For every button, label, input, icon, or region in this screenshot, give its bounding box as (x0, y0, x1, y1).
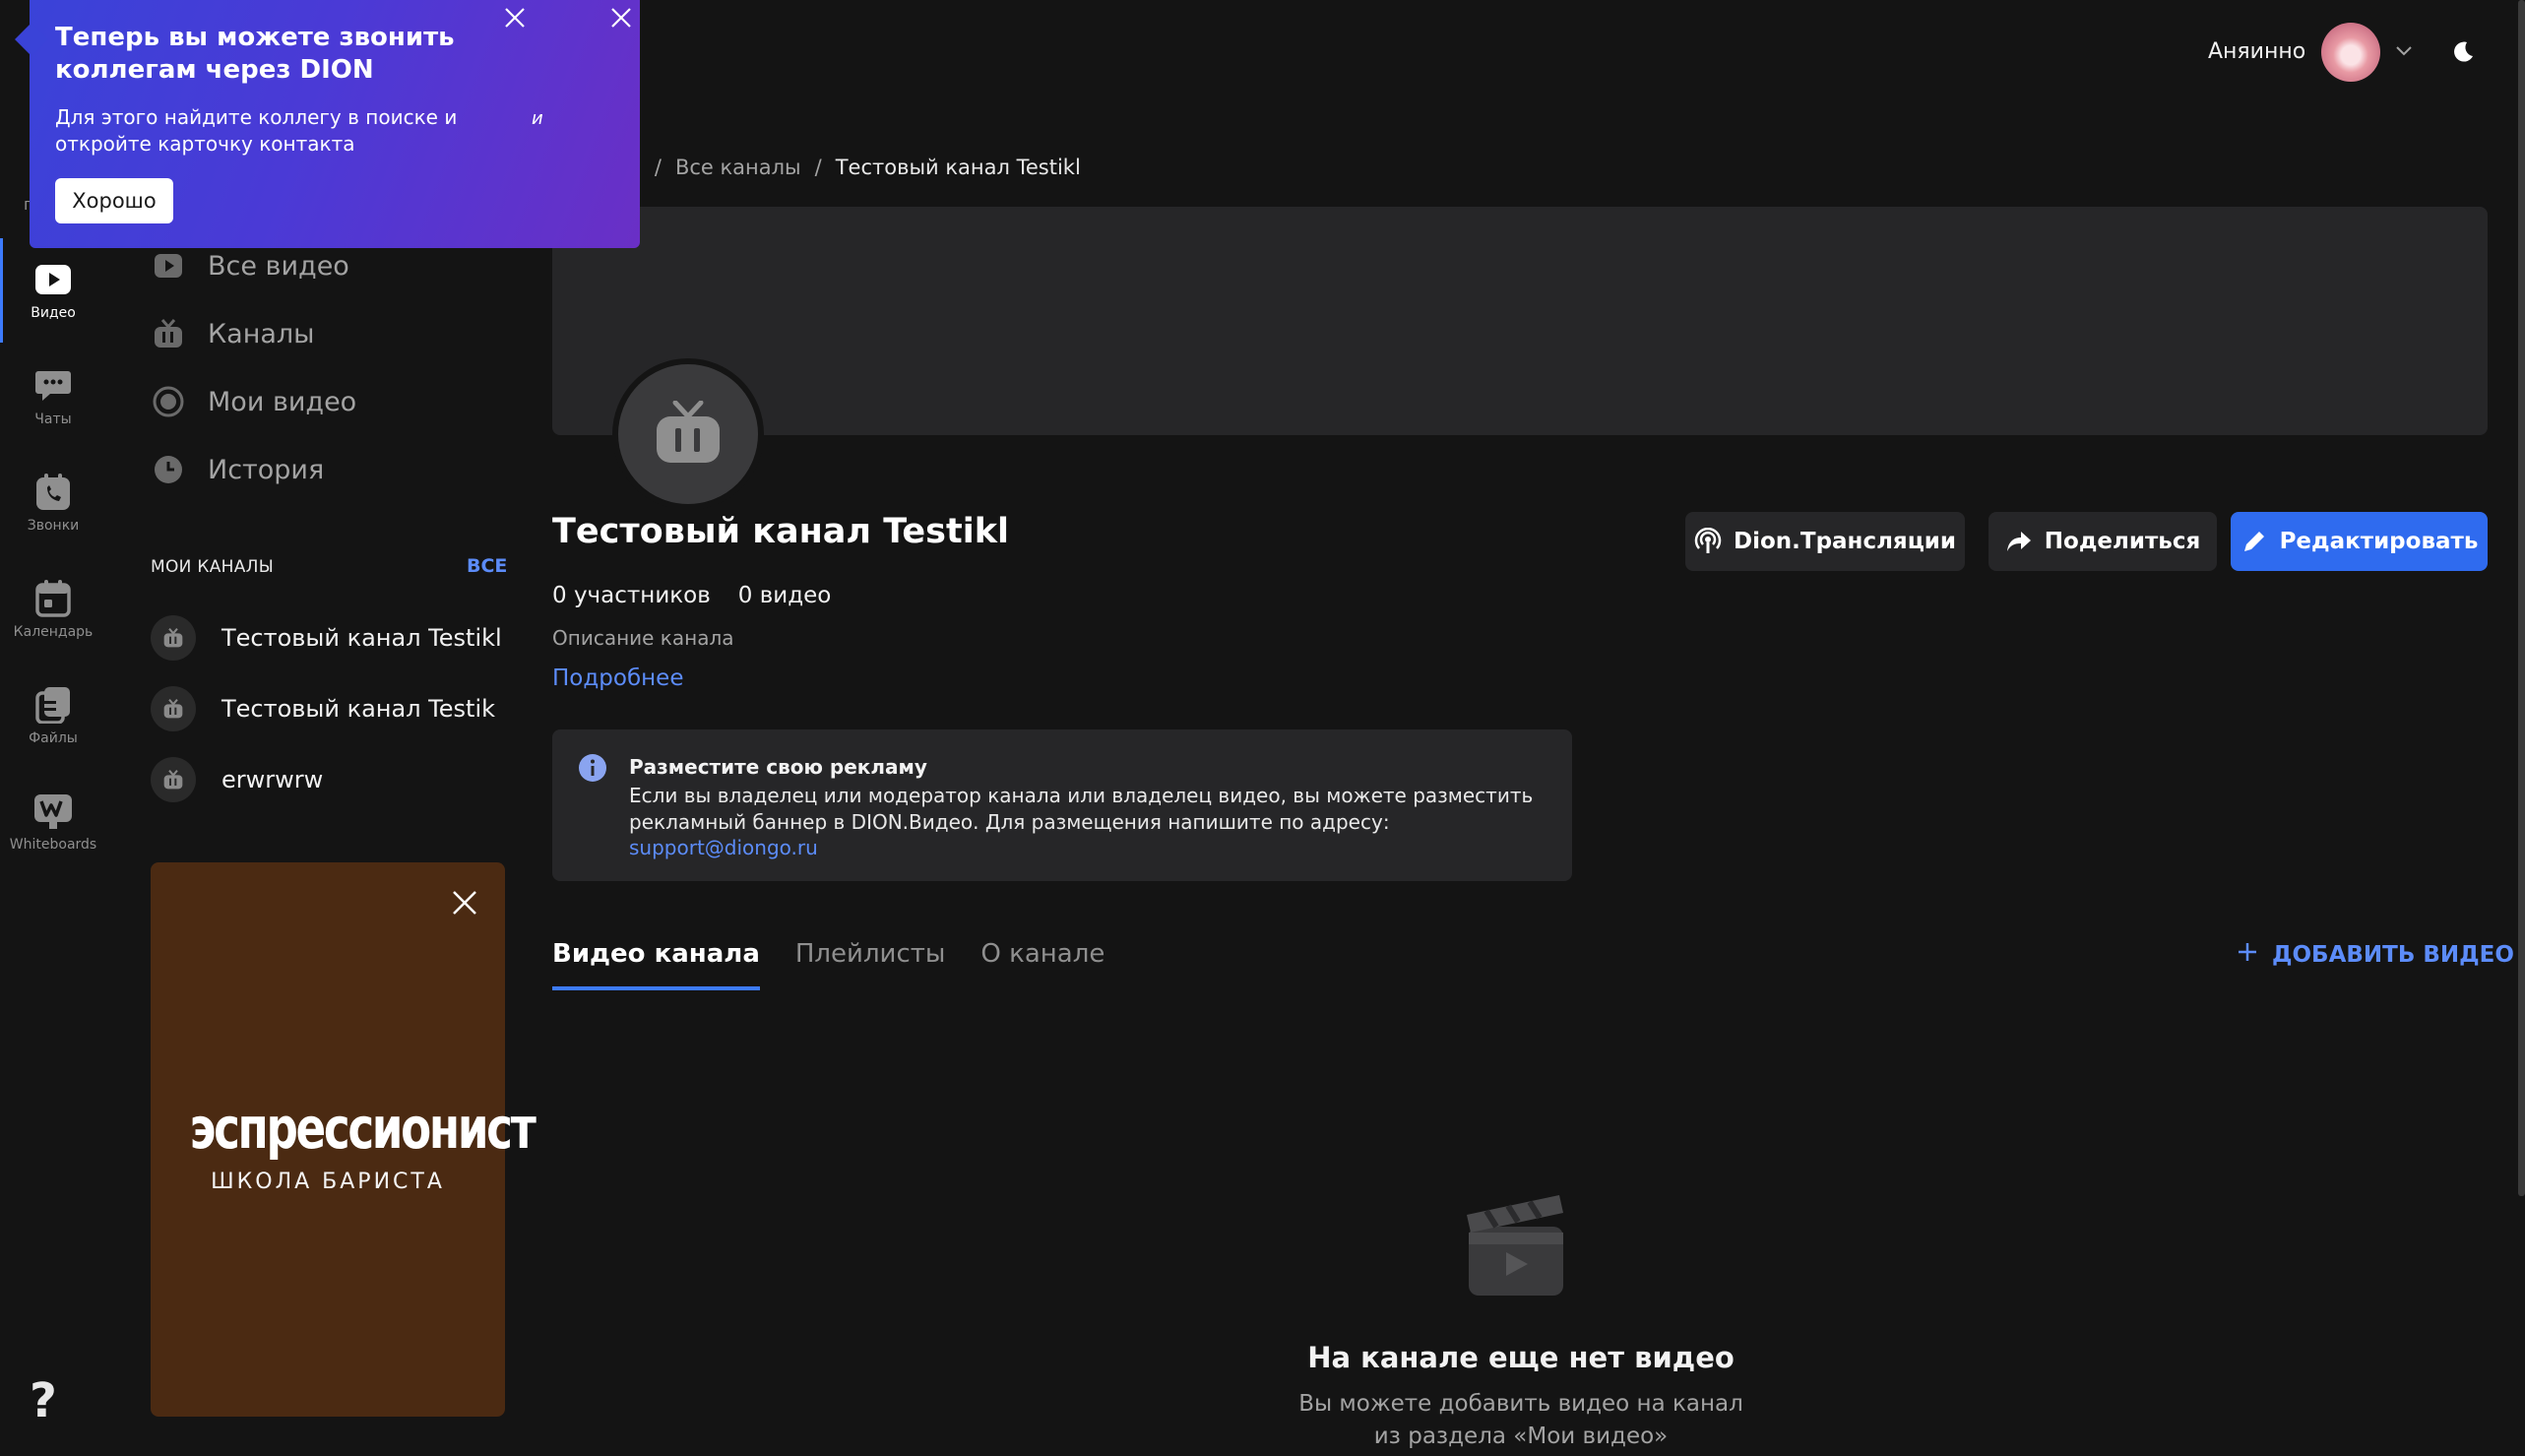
rail-item-label: Звонки (27, 518, 80, 534)
chevron-down-icon[interactable] (2394, 43, 2414, 57)
app-window: г Видео Чаты Звонки Календарь Файлы Whit… (0, 0, 2525, 1456)
share-icon (2005, 528, 2033, 555)
pencil-icon (2241, 528, 2268, 555)
breadcrumb-all-channels[interactable]: Все каналы (675, 156, 801, 179)
rail-item-video[interactable]: Видео (0, 241, 106, 340)
calendar-icon (33, 579, 73, 618)
popup-mark: и (532, 108, 543, 129)
close-icon[interactable] (608, 5, 634, 31)
channel-list-label: Тестовый канал Testik (221, 695, 496, 723)
scrollbar[interactable] (2518, 0, 2525, 1196)
promo-subtitle: ШКОЛА БАРИСТА (211, 1170, 445, 1194)
rail-item-chats[interactable]: Чаты (0, 348, 106, 446)
channel-banner (552, 207, 2488, 435)
avatar[interactable] (2321, 23, 2380, 82)
ad-title: Разместите свою рекламу (629, 755, 927, 779)
ad-info-box: Разместите свою рекламу Если вы владелец… (552, 729, 1572, 881)
tv-icon (151, 316, 186, 351)
play-icon (151, 248, 186, 284)
empty-state-line: из раздела «Мои видео» (1373, 1424, 1669, 1449)
channel-description: Описание канала (552, 626, 734, 650)
record-icon (151, 384, 186, 419)
channel-list-item[interactable]: Тестовый канал Testikl (151, 613, 502, 663)
breadcrumb-separator: / (654, 156, 662, 179)
page-title: Тестовый канал Testikl (552, 512, 1009, 551)
rail-item-calendar[interactable]: Календарь (0, 560, 106, 659)
my-channels-all-link[interactable]: ВСЕ (467, 555, 507, 577)
channel-avatar (612, 358, 764, 510)
breadcrumb-current: Тестовый канал Testikl (835, 156, 1081, 179)
empty-state-title: На канале еще нет видео (1307, 1341, 1735, 1374)
user-name[interactable]: Аняинно (2208, 39, 2305, 64)
channel-list-item[interactable]: erwrwrw (151, 755, 323, 804)
tv-icon (151, 686, 196, 731)
ad-text: Если вы владелец или модератор канала ил… (629, 784, 1534, 834)
tv-icon (151, 615, 196, 661)
broadcast-icon (1694, 528, 1722, 555)
channel-list-label: erwrwrw (221, 766, 324, 793)
nav-item-history[interactable]: История (151, 444, 324, 495)
popup-title: Теперь вы можете звонить коллегам через … (55, 23, 455, 85)
tab-playlists[interactable]: Плейлисты (795, 939, 946, 990)
broadcasts-label: Dion.Трансляции (1734, 529, 1956, 554)
my-channels-title: МОИ КАНАЛЫ (151, 557, 275, 577)
nav-item-channels[interactable]: Каналы (151, 308, 315, 359)
tab-channel-videos[interactable]: Видео канала (552, 939, 760, 990)
phone-icon (33, 473, 73, 512)
nav-item-label: Все видео (208, 250, 349, 282)
dion-calls-popup: Теперь вы можете звонить коллегам через … (15, 0, 640, 248)
moon-icon[interactable] (2449, 37, 2477, 65)
chat-icon (33, 366, 73, 406)
nav-item-my-videos[interactable]: Мои видео (151, 376, 356, 427)
nav-item-label: История (208, 454, 325, 485)
popup-text: Для этого найдите коллегу в поиске и отк… (55, 105, 458, 156)
rail-item-label: Чаты (34, 411, 72, 427)
members-count: 0 участников (552, 583, 711, 608)
more-link[interactable]: Подробнее (552, 665, 683, 691)
add-video-button[interactable]: ДОБАВИТЬ ВИДЕО (2237, 941, 2514, 969)
rail-item-label: Видео (31, 305, 76, 321)
edit-label: Редактировать (2279, 529, 2479, 554)
nav-item-label: Мои видео (208, 386, 357, 417)
share-button[interactable]: Поделиться (1988, 512, 2217, 571)
breadcrumb-separator: / (814, 156, 822, 179)
tab-about[interactable]: О канале (980, 939, 1105, 990)
channel-list-item[interactable]: Тестовый канал Testik (151, 684, 495, 733)
empty-state-line: Вы можете добавить видео на канал (1298, 1391, 1743, 1417)
files-icon (33, 685, 73, 725)
rail-item-label: Whiteboards (9, 837, 97, 853)
edit-button[interactable]: Редактировать (2231, 512, 2488, 571)
popup-ok-button[interactable]: Хорошо (55, 178, 173, 223)
clapperboard-icon (1457, 1181, 1575, 1299)
rail-item-label: Файлы (29, 730, 78, 746)
whiteboard-icon (33, 791, 73, 831)
promo-logo: эспрессионист (189, 1095, 537, 1162)
promo-banner[interactable]: эспрессионист ШКОЛА БАРИСТА (151, 862, 537, 1417)
tv-icon (656, 400, 721, 468)
breadcrumb: о / Все каналы / Тестовый канал Testikl (628, 156, 1081, 179)
channel-stats: 0 участников 0 видео (552, 583, 831, 608)
rail-item-whiteboards[interactable]: Whiteboards (0, 773, 106, 871)
ad-email-link[interactable]: support@diongo.ru (629, 836, 818, 859)
clock-icon (151, 452, 186, 487)
channel-list-label: Тестовый канал Testikl (221, 624, 502, 652)
close-icon[interactable] (502, 5, 528, 31)
nav-item-label: Каналы (208, 318, 315, 349)
rail-item-label: Календарь (13, 624, 94, 640)
rail-item-calls[interactable]: Звонки (0, 454, 106, 552)
channel-tabs: Видео канала Плейлисты О канале (552, 939, 1140, 990)
videos-count: 0 видео (737, 583, 832, 608)
add-video-label: ДОБАВИТЬ ВИДЕО (2272, 942, 2514, 968)
rail-item-files[interactable]: Файлы (0, 666, 106, 765)
video-icon (33, 260, 73, 299)
broadcasts-button[interactable]: Dion.Трансляции (1685, 512, 1965, 571)
plus-icon (2237, 941, 2258, 969)
empty-state-text: Вы можете добавить видео на канал из раз… (1083, 1388, 1959, 1453)
close-icon[interactable] (450, 888, 479, 918)
share-label: Поделиться (2044, 529, 2201, 554)
help-button[interactable]: ? (30, 1373, 57, 1428)
info-icon (578, 753, 607, 783)
tv-icon (151, 757, 196, 802)
